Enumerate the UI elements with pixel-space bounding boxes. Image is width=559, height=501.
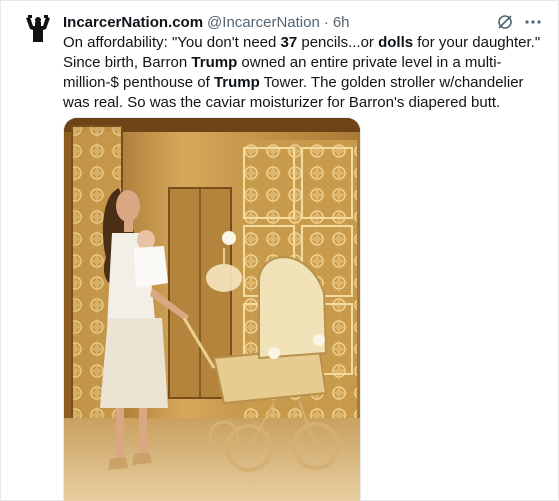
grok-slash-icon <box>498 15 512 29</box>
tweet-media-image[interactable] <box>63 117 361 501</box>
grok-button[interactable] <box>495 12 515 32</box>
tweet-text-segment: On affordability: "You don't need <box>63 34 281 51</box>
display-name[interactable]: IncarcerNation.com <box>63 14 203 31</box>
tweet-text-bold-segment: 37 <box>280 34 298 51</box>
more-options-button[interactable] <box>523 12 543 32</box>
avatar[interactable] <box>20 12 56 48</box>
user-handle[interactable]: @IncarcerNation <box>207 14 320 31</box>
more-options-icon <box>525 20 541 24</box>
tweet-text-bold-segment: dolls <box>378 34 414 51</box>
timestamp[interactable]: 6h <box>333 14 350 31</box>
separator-dot: · <box>323 13 329 31</box>
tweet-text-segment: pencils...or <box>297 34 379 51</box>
tweet-text-bold-segment: Trump <box>191 54 238 71</box>
tweet-text-bold-segment: Trump <box>213 74 260 91</box>
avatar-figure-icon <box>20 12 56 48</box>
golden-room-photo <box>64 118 360 501</box>
tweet-text: On affordability: "You don't need 37 pen… <box>63 33 548 113</box>
tweet-header: IncarcerNation.com @IncarcerNation · 6h <box>63 12 350 32</box>
